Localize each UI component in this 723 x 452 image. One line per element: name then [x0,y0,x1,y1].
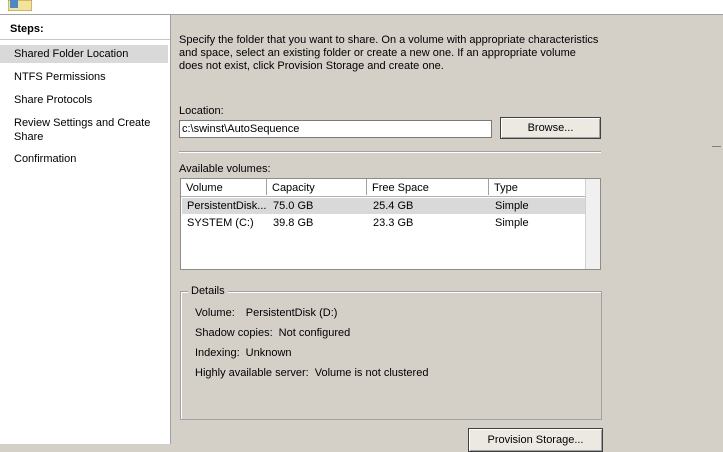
capacity-cell: 39.8 GB [273,217,314,229]
column-capacity[interactable]: Capacity [267,179,367,195]
type-cell: Simple [495,200,529,212]
detail-ha: Highly available server: Volume is not cl… [195,367,428,379]
separator [179,151,601,153]
volume-cell: SYSTEM (C:) [187,217,254,229]
type-cell: Simple [495,217,529,229]
volumes-label: Available volumes: [179,163,271,175]
detail-shadow: Shadow copies: Not configured [195,327,350,339]
detail-shadow-label: Shadow copies: [195,327,273,339]
detail-ha-label: Highly available server: [195,367,309,379]
step-ntfs-permissions[interactable]: NTFS Permissions [0,70,168,84]
detail-volume-label: Volume: [195,307,235,319]
location-input[interactable]: c:\swinst\AutoSequence [179,120,492,138]
steps-divider [0,39,170,40]
detail-ha-value: Volume is not clustered [314,367,429,379]
column-type[interactable]: Type [489,179,587,195]
column-volume[interactable]: Volume [181,179,267,195]
step-review-settings[interactable]: Review Settings and Create Share [0,116,160,144]
step-share-protocols[interactable]: Share Protocols [0,93,168,107]
location-label: Location: [179,105,224,117]
provision-storage-button[interactable]: Provision Storage... [468,428,603,452]
step-confirmation[interactable]: Confirmation [0,152,168,166]
volumes-header: Volume Capacity Free Space Type [181,179,600,197]
detail-indexing-label: Indexing: [195,347,240,359]
detail-indexing-value: Unknown [245,347,292,359]
capacity-cell: 75.0 GB [273,200,314,212]
table-row[interactable]: PersistentDisk... 75.0 GB 25.4 GB Simple [182,198,587,214]
free-space-cell: 25.4 GB [373,200,414,212]
detail-volume-value: PersistentDisk (D:) [245,307,338,319]
table-row[interactable]: SYSTEM (C:) 39.8 GB 23.3 GB Simple [182,215,587,231]
detail-shadow-value: Not configured [278,327,351,339]
browse-button[interactable]: Browse... [500,117,601,139]
detail-volume: Volume: PersistentDisk (D:) [195,307,337,319]
volume-cell: PersistentDisk... [187,200,267,212]
wizard-banner [0,0,723,15]
share-folder-icon [8,0,32,11]
steps-panel: Steps: Shared Folder Location NTFS Permi… [0,15,171,444]
intro-text: Specify the folder that you want to shar… [179,34,599,72]
column-free-space[interactable]: Free Space [367,179,489,195]
volumes-list[interactable]: Volume Capacity Free Space Type Persiste… [180,178,601,270]
detail-indexing: Indexing: Unknown [195,347,292,359]
steps-header: Steps: [10,23,44,35]
vertical-scrollbar[interactable] [585,179,600,269]
edge-marker [712,146,721,147]
step-shared-folder-location[interactable]: Shared Folder Location [0,45,168,63]
details-title: Details [188,285,228,297]
free-space-cell: 23.3 GB [373,217,414,229]
